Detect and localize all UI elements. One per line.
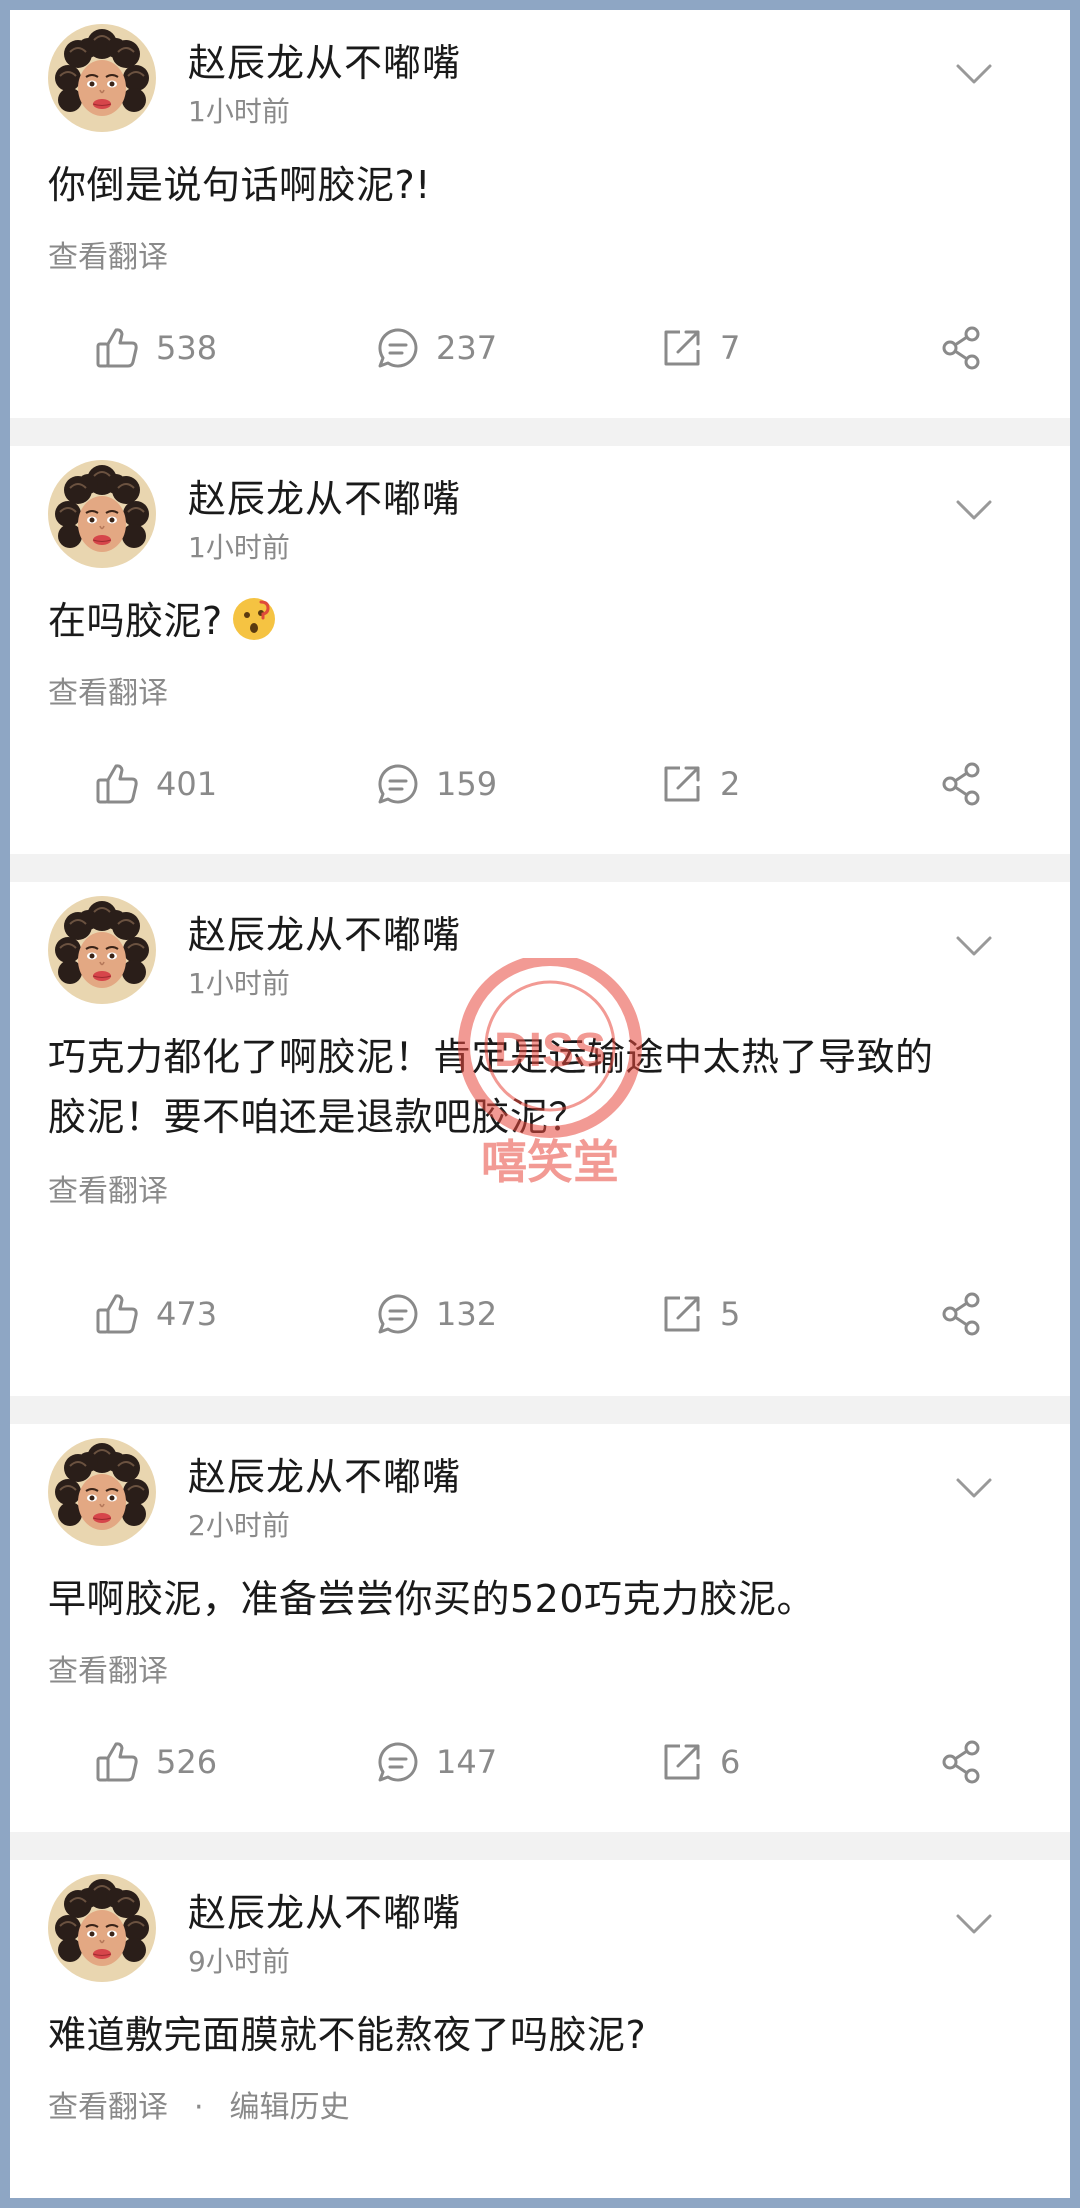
chevron-down-icon[interactable]: [954, 1472, 994, 1502]
share-button[interactable]: [938, 754, 986, 814]
post-text: 难道敷完面膜就不能熬夜了吗胶泥?: [48, 2013, 647, 2057]
share-button[interactable]: [938, 1284, 986, 1344]
repost-count: 5: [720, 1295, 741, 1333]
post-text: 早啊胶泥，准备尝尝你买的520巧克力胶泥。: [48, 1577, 816, 1621]
repost-count: 7: [720, 329, 741, 367]
thinking-face-emoji: [232, 598, 275, 640]
post-text-line: 巧克力都化了啊胶泥！肯定是运输途中太热了导致的: [48, 1035, 934, 1079]
separator-dot: ·: [194, 2090, 204, 2125]
feed: 赵辰龙从不嘟嘴 1小时前 你倒是说句话啊胶泥?! 查看翻译 538 237 7: [10, 10, 1070, 2198]
translate-link[interactable]: 查看翻译: [48, 232, 168, 276]
post-card: 赵辰龙从不嘟嘴 9小时前 难道敷完面膜就不能熬夜了吗胶泥? 查看翻译 · 编辑历史: [10, 1860, 1070, 2198]
author-name[interactable]: 赵辰龙从不嘟嘴: [188, 1882, 461, 1937]
chevron-down-icon[interactable]: [954, 494, 994, 524]
avatar[interactable]: [48, 896, 156, 1004]
comment-bubble-icon: [374, 324, 422, 372]
action-bar: 401 159 2: [10, 754, 1070, 814]
share-icon: [938, 1738, 986, 1786]
comment-bubble-icon: [374, 1290, 422, 1338]
post-time: 2小时前: [188, 1509, 290, 1542]
comment-button[interactable]: 132: [374, 1284, 497, 1344]
share-button[interactable]: [938, 318, 986, 378]
repost-count: 2: [720, 765, 741, 803]
repost-icon: [658, 1290, 706, 1338]
like-count: 401: [156, 765, 218, 803]
action-bar: 526 147 6: [10, 1732, 1070, 1792]
post-card: 赵辰龙从不嘟嘴 2小时前 早啊胶泥，准备尝尝你买的520巧克力胶泥。 查看翻译 …: [10, 1424, 1070, 1832]
translate-link[interactable]: 查看翻译: [48, 1646, 168, 1690]
share-icon: [938, 760, 986, 808]
like-button[interactable]: 526: [94, 1732, 217, 1792]
translate-link[interactable]: 查看翻译: [48, 2090, 168, 2125]
author-name[interactable]: 赵辰龙从不嘟嘴: [188, 904, 461, 959]
post-time: 1小时前: [188, 95, 290, 128]
repost-button[interactable]: 7: [658, 318, 740, 378]
avatar[interactable]: [48, 1438, 156, 1546]
post-time: 1小时前: [188, 531, 290, 564]
like-button[interactable]: 538: [94, 318, 217, 378]
like-count: 538: [156, 329, 218, 367]
translate-link[interactable]: 查看翻译: [48, 668, 168, 712]
repost-button[interactable]: 6: [658, 1732, 740, 1792]
comment-count: 132: [436, 1295, 498, 1333]
post-card: 赵辰龙从不嘟嘴 1小时前 在吗胶泥? 查看翻译 401 159 2: [10, 446, 1070, 854]
share-button[interactable]: [938, 1732, 986, 1792]
post-text: 在吗胶泥?: [48, 591, 1032, 651]
like-count: 473: [156, 1295, 218, 1333]
post-text: 你倒是说句话啊胶泥?!: [48, 163, 431, 207]
post-text: 巧克力都化了啊胶泥！肯定是运输途中太热了导致的 胶泥！要不咱还是退款吧胶泥？: [48, 1027, 1032, 1147]
footer-links: 查看翻译 · 编辑历史: [48, 2082, 350, 2126]
comment-button[interactable]: 237: [374, 318, 497, 378]
action-bar: 473 132 5: [10, 1284, 1070, 1344]
author-name[interactable]: 赵辰龙从不嘟嘴: [188, 32, 461, 87]
repost-button[interactable]: 2: [658, 754, 740, 814]
avatar[interactable]: [48, 1874, 156, 1982]
repost-icon: [658, 760, 706, 808]
repost-button[interactable]: 5: [658, 1284, 740, 1344]
post-card: 赵辰龙从不嘟嘴 1小时前 巧克力都化了啊胶泥！肯定是运输途中太热了导致的 胶泥！…: [10, 882, 1070, 1396]
thumbs-up-icon: [94, 1738, 142, 1786]
edit-history-link[interactable]: 编辑历史: [230, 2090, 350, 2125]
post-text-content: 在吗胶泥?: [48, 599, 223, 643]
like-button[interactable]: 473: [94, 1284, 217, 1344]
thumbs-up-icon: [94, 324, 142, 372]
chevron-down-icon[interactable]: [954, 58, 994, 88]
translate-link[interactable]: 查看翻译: [48, 1166, 168, 1210]
comment-bubble-icon: [374, 1738, 422, 1786]
share-icon: [938, 1290, 986, 1338]
comment-count: 159: [436, 765, 498, 803]
comment-count: 237: [436, 329, 498, 367]
author-name[interactable]: 赵辰龙从不嘟嘴: [188, 468, 461, 523]
repost-icon: [658, 324, 706, 372]
comment-button[interactable]: 147: [374, 1732, 497, 1792]
repost-icon: [658, 1738, 706, 1786]
avatar[interactable]: [48, 24, 156, 132]
share-icon: [938, 324, 986, 372]
thumbs-up-icon: [94, 1290, 142, 1338]
comment-bubble-icon: [374, 760, 422, 808]
comment-button[interactable]: 159: [374, 754, 497, 814]
post-time: 1小时前: [188, 967, 290, 1000]
post-text-line: 胶泥！要不咱还是退款吧胶泥？: [48, 1095, 588, 1139]
author-name[interactable]: 赵辰龙从不嘟嘴: [188, 1446, 461, 1501]
like-button[interactable]: 401: [94, 754, 217, 814]
thumbs-up-icon: [94, 760, 142, 808]
comment-count: 147: [436, 1743, 498, 1781]
chevron-down-icon[interactable]: [954, 930, 994, 960]
post-time: 9小时前: [188, 1945, 290, 1978]
repost-count: 6: [720, 1743, 741, 1781]
post-card: 赵辰龙从不嘟嘴 1小时前 你倒是说句话啊胶泥?! 查看翻译 538 237 7: [10, 10, 1070, 418]
avatar[interactable]: [48, 460, 156, 568]
action-bar: 538 237 7: [10, 318, 1070, 378]
like-count: 526: [156, 1743, 218, 1781]
chevron-down-icon[interactable]: [954, 1908, 994, 1938]
